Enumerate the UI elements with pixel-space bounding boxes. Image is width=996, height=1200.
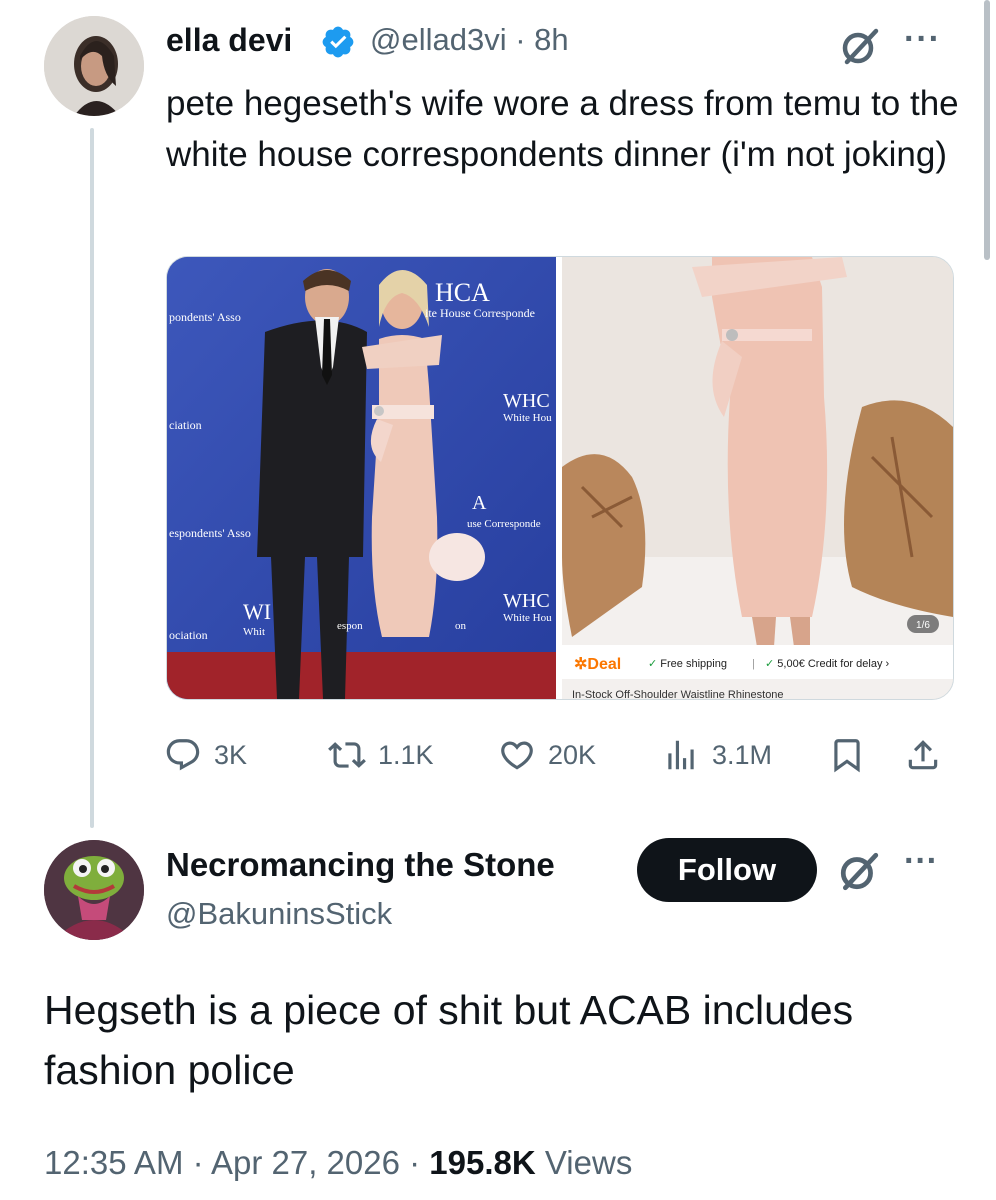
repost-button[interactable]: 1.1K xyxy=(328,736,434,774)
repost-icon xyxy=(328,742,366,768)
product-photo: 1/6 ✲Deal ✓ Free shipping | ✓ 5,00€ Cred… xyxy=(562,257,953,699)
handle[interactable]: @ellad3vi xyxy=(370,22,507,57)
avatar-image xyxy=(44,840,144,940)
separator: · xyxy=(409,1144,421,1181)
sign-text: HCA xyxy=(435,278,490,307)
author-name[interactable]: ella devi xyxy=(166,22,292,59)
temu-logo-icon: ✲ xyxy=(574,656,587,673)
tweet-text: pete hegeseth's wife wore a dress from t… xyxy=(166,84,959,174)
avatar[interactable] xyxy=(44,840,144,940)
reply-button[interactable]: 3K xyxy=(164,736,247,774)
grok-icon[interactable] xyxy=(840,26,880,66)
sign-text: pondents' Asso xyxy=(169,310,241,324)
author-name[interactable]: Necromancing the Stone xyxy=(166,846,555,884)
handle[interactable]: @BakuninsStick xyxy=(166,896,392,932)
reply-icon xyxy=(166,739,200,771)
event-photo: HCA ite House Corresponde pondents' Asso… xyxy=(167,257,556,699)
sign-text: White Hou xyxy=(503,412,552,424)
views-button[interactable]: 3.1M xyxy=(662,736,772,774)
like-button[interactable]: 20K xyxy=(498,736,596,774)
scrollbar[interactable] xyxy=(984,0,990,260)
sign-text: use Corresponde xyxy=(467,518,541,530)
views-count: 3.1M xyxy=(712,739,773,770)
share-icon xyxy=(908,740,938,770)
sign-text: ciation xyxy=(169,418,202,432)
sign-text: Whit xyxy=(243,626,265,638)
separator: · xyxy=(515,22,526,57)
like-count: 20K xyxy=(548,739,597,770)
grok-icon[interactable] xyxy=(838,850,880,892)
tweet-date[interactable]: Apr 27, 2026 xyxy=(211,1144,400,1181)
deal-divider: | xyxy=(752,658,755,670)
reply-count: 3K xyxy=(214,739,248,770)
tweet-meta: 12:35 AM · Apr 27, 2026 · 195.8K Views xyxy=(44,1144,632,1182)
bookmark-icon xyxy=(834,739,860,773)
separator: · xyxy=(192,1144,204,1181)
sign-text: A xyxy=(472,492,487,514)
page-indicator: 1/6 xyxy=(916,620,930,631)
sign-text: on xyxy=(455,620,467,632)
tweet-age[interactable]: 8h xyxy=(534,22,568,57)
credit-text: ✓ 5,00€ Credit for delay › xyxy=(765,658,890,670)
free-shipping: ✓ Free shipping xyxy=(648,658,727,670)
avatar-image xyxy=(44,16,144,116)
product-title: In-Stock Off-Shoulder Waistline Rhinesto… xyxy=(572,689,784,699)
sign-text: ite House Corresponde xyxy=(425,306,535,320)
avatar[interactable] xyxy=(44,16,144,116)
more-icon[interactable]: ··· xyxy=(904,20,941,59)
tweet-text: Hegseth is a piece of shit but ACAB incl… xyxy=(44,987,854,1093)
follow-button[interactable]: Follow xyxy=(637,838,817,902)
media-grid[interactable]: HCA ite House Corresponde pondents' Asso… xyxy=(166,256,954,700)
sign-text: espon xyxy=(337,620,363,632)
sign-text: WHC xyxy=(503,590,550,612)
verified-badge-icon xyxy=(322,26,354,58)
sign-text: ociation xyxy=(169,628,208,642)
tweet-time[interactable]: 12:35 AM xyxy=(44,1144,183,1181)
sign-text: White Hou xyxy=(503,612,552,624)
thread-line xyxy=(90,128,94,828)
like-icon xyxy=(501,741,533,770)
media-photo-product[interactable]: 1/6 ✲Deal ✓ Free shipping | ✓ 5,00€ Cred… xyxy=(562,257,953,699)
more-icon[interactable]: ··· xyxy=(904,842,938,881)
views-count: 195.8K xyxy=(429,1144,536,1181)
deal-label: ✲Deal xyxy=(574,656,621,673)
bookmark-button[interactable] xyxy=(828,736,878,774)
media-photo-event[interactable]: HCA ite House Corresponde pondents' Asso… xyxy=(167,257,556,699)
handle-and-time[interactable]: @ellad3vi · 8h xyxy=(370,22,569,58)
sign-text: WHC xyxy=(503,390,550,412)
sign-text: WI xyxy=(243,599,271,624)
share-button[interactable] xyxy=(904,736,954,774)
views-icon xyxy=(668,740,694,770)
sign-text: espondents' Asso xyxy=(169,526,251,540)
repost-count: 1.1K xyxy=(378,739,434,770)
views-label: Views xyxy=(544,1144,633,1181)
